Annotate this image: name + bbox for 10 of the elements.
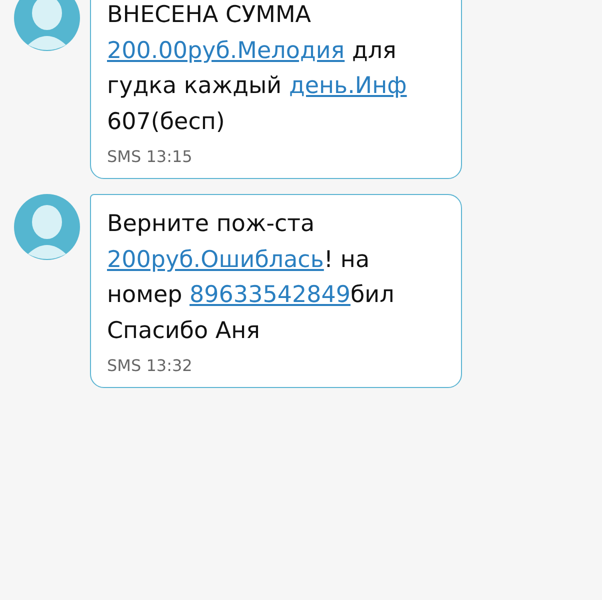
avatar — [14, 194, 80, 260]
message-link[interactable]: 200.00руб.Мелодия — [107, 38, 345, 64]
message-time: SMS 13:15 — [107, 146, 194, 168]
avatar — [14, 0, 80, 51]
message-link[interactable]: 89633542849 — [190, 282, 350, 308]
message-text: Верните пож-ста 200руб.Ошиблась! на номер 89633542849бил Спасибо Аня — [107, 210, 396, 346]
message-time: SMS 13:32 — [107, 355, 194, 377]
message-text: ВНЕСЕНА СУММА 200.00руб.Мелодия для гудка каждый день.Инф 607(бесп) — [107, 1, 408, 136]
message-link[interactable]: день.Инф — [288, 73, 407, 99]
message-link[interactable]: 200руб.Ошиблась — [107, 246, 324, 272]
